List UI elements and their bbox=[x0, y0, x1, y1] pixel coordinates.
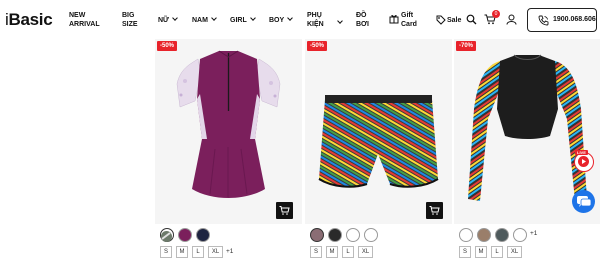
nav-nam-label: NAM bbox=[192, 17, 208, 24]
nav-new-arrival-line2: ARRIVAL bbox=[69, 21, 100, 28]
chevron-down-icon bbox=[211, 15, 217, 21]
color-swatch[interactable] bbox=[346, 228, 360, 242]
color-swatch[interactable] bbox=[513, 228, 527, 242]
size-option[interactable]: M bbox=[176, 246, 188, 258]
tag-icon bbox=[436, 15, 446, 25]
color-swatch[interactable] bbox=[178, 228, 192, 242]
size-option[interactable]: S bbox=[160, 246, 172, 258]
discount-badge: -50% bbox=[157, 41, 178, 51]
nav-nam[interactable]: NAM bbox=[192, 15, 217, 25]
chevron-down-icon bbox=[172, 15, 178, 21]
chevron-down-icon bbox=[337, 18, 343, 24]
nav-girl-label: GIRL bbox=[230, 17, 247, 24]
more-sizes[interactable]: +1 bbox=[226, 248, 233, 255]
sale-label: Sale bbox=[447, 17, 462, 24]
discount-badge: -70% bbox=[456, 41, 477, 51]
nav-phu-kien-line2: KIỆN bbox=[307, 21, 324, 28]
nav-boy[interactable]: BOY bbox=[269, 15, 294, 25]
size-option[interactable]: S bbox=[310, 246, 322, 258]
nav-nu-label: NỮ bbox=[158, 17, 169, 24]
color-swatch[interactable] bbox=[364, 228, 378, 242]
hotline-number: 1900.068.606 bbox=[553, 16, 596, 23]
hotline-button[interactable]: 1900.068.606 bbox=[527, 8, 597, 32]
product-image[interactable]: -50% bbox=[305, 39, 452, 224]
swatch-pattern bbox=[161, 231, 172, 242]
gift-card-link[interactable]: Gift Card bbox=[401, 11, 417, 29]
nav-do-boi-line1: ĐỒ bbox=[356, 12, 367, 19]
nav-new-arrival[interactable]: NEW ARRIVAL bbox=[69, 11, 100, 29]
chat-icon bbox=[577, 196, 592, 207]
nav-big-size-line1: BIG bbox=[122, 12, 135, 19]
cart-count-badge: 0 bbox=[492, 10, 500, 18]
nav-girl[interactable]: GIRL bbox=[230, 15, 256, 25]
size-option[interactable]: S bbox=[459, 246, 471, 258]
color-swatch[interactable] bbox=[495, 228, 509, 242]
gift-card-icon bbox=[389, 15, 399, 24]
product-image[interactable]: -50% bbox=[155, 39, 302, 224]
nav-big-size-line2: SIZE bbox=[122, 21, 138, 28]
chat-button[interactable] bbox=[572, 190, 595, 213]
site-header: iBasic NEW ARRIVAL BIG SIZE NỮ NAM GIRL … bbox=[0, 0, 600, 42]
live-label: LIVE bbox=[575, 150, 588, 155]
livestream-button[interactable] bbox=[574, 152, 594, 172]
user-icon[interactable] bbox=[506, 14, 517, 25]
add-to-cart-button[interactable] bbox=[426, 202, 443, 219]
size-option[interactable]: M bbox=[326, 246, 338, 258]
size-option[interactable]: XL bbox=[358, 246, 373, 258]
size-option[interactable]: XL bbox=[208, 246, 223, 258]
color-swatch[interactable] bbox=[477, 228, 491, 242]
nav-phu-kien[interactable]: PHỤ KIỆN bbox=[307, 11, 324, 29]
color-swatch[interactable] bbox=[196, 228, 210, 242]
gift-card-line1: Gift bbox=[401, 12, 414, 19]
nav-do-boi[interactable]: ĐỒ BƠI bbox=[356, 11, 369, 29]
nav-boy-label: BOY bbox=[269, 17, 285, 24]
search-icon[interactable] bbox=[466, 14, 477, 25]
sale-link[interactable]: Sale bbox=[447, 16, 461, 25]
product-card[interactable]: -50% S M L XL bbox=[305, 39, 452, 262]
logo-main: Basic bbox=[8, 10, 53, 29]
gift-card-line2: Card bbox=[401, 21, 417, 28]
phone-icon bbox=[538, 15, 549, 26]
nav-new-arrival-line1: NEW bbox=[69, 12, 86, 19]
color-swatch[interactable] bbox=[160, 228, 174, 242]
nav-nu[interactable]: NỮ bbox=[158, 15, 178, 25]
play-icon bbox=[578, 156, 589, 167]
brand-logo[interactable]: iBasic bbox=[5, 10, 53, 30]
size-option[interactable]: L bbox=[342, 246, 354, 258]
color-swatch[interactable] bbox=[328, 228, 342, 242]
size-option[interactable]: L bbox=[491, 246, 503, 258]
nav-phu-kien-line1: PHỤ bbox=[307, 12, 322, 19]
color-swatch[interactable] bbox=[310, 228, 324, 242]
nav-do-boi-line2: BƠI bbox=[356, 21, 369, 28]
size-option[interactable]: L bbox=[192, 246, 204, 258]
cart-icon bbox=[279, 206, 290, 215]
swimsuit-dress-image bbox=[176, 50, 281, 198]
discount-badge: -50% bbox=[307, 41, 328, 51]
chevron-down-icon bbox=[287, 15, 294, 21]
cart-icon bbox=[429, 206, 440, 215]
color-swatch[interactable] bbox=[459, 228, 473, 242]
chevron-down-icon bbox=[249, 15, 256, 21]
nav-big-size[interactable]: BIG SIZE bbox=[122, 11, 138, 29]
product-card[interactable]: -50% S M L XL +1 bbox=[155, 39, 302, 262]
size-option[interactable]: XL bbox=[507, 246, 522, 258]
add-to-cart-button[interactable] bbox=[276, 202, 293, 219]
patterned-shorts-image bbox=[318, 95, 439, 188]
more-colors[interactable]: +1 bbox=[530, 230, 537, 237]
size-option[interactable]: M bbox=[475, 246, 487, 258]
